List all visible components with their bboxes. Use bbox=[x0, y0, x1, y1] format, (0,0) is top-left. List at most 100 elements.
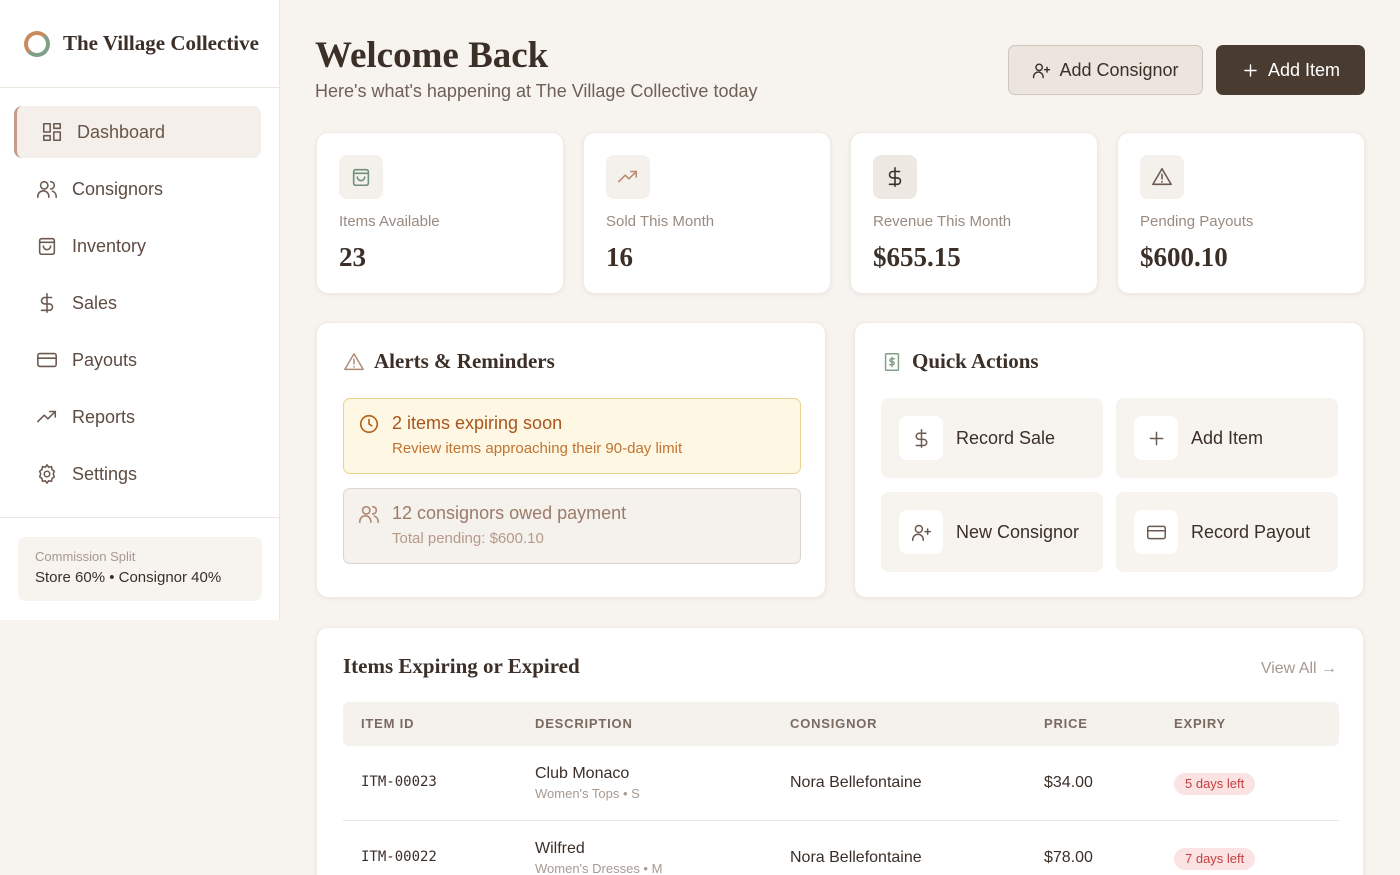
credit-card-icon bbox=[37, 352, 57, 368]
commission-value: Store 60% • Consignor 40% bbox=[35, 569, 222, 586]
expiring-items-card: Items Expiring or Expired View All → ITE… bbox=[316, 627, 1364, 875]
page-title: Welcome Back bbox=[315, 35, 549, 76]
stat-label: Revenue This Month bbox=[873, 213, 1012, 230]
alert-expiring[interactable]: 2 items expiring soon Review items appro… bbox=[343, 398, 801, 474]
quick-actions-card: Quick Actions Record Sale Add Item New C… bbox=[854, 322, 1364, 598]
shopping-bag-icon bbox=[339, 155, 383, 199]
quick-actions-title-text: Quick Actions bbox=[912, 349, 1039, 373]
stat-card-sold-this-month: Sold This Month 16 bbox=[583, 132, 831, 294]
table-header: ITEM ID DESCRIPTION CONSIGNOR PRICE EXPI… bbox=[343, 702, 1339, 746]
expiry-badge: 7 days left bbox=[1174, 848, 1256, 870]
quick-add-item-button[interactable]: Add Item bbox=[1116, 398, 1338, 478]
table-row[interactable]: ITM-00022 Wilfred Women's Dresses • M No… bbox=[343, 821, 1339, 875]
stat-card-items-available: Items Available 23 bbox=[316, 132, 564, 294]
stat-value: 16 bbox=[606, 242, 633, 272]
item-detail: Women's Dresses • M bbox=[535, 861, 663, 875]
sidebar-item-label: Reports bbox=[72, 406, 136, 427]
stat-label: Sold This Month bbox=[606, 213, 715, 230]
stat-card-pending-payouts: Pending Payouts $600.10 bbox=[1117, 132, 1365, 294]
dollar-icon bbox=[40, 293, 54, 313]
item-price: $34.00 bbox=[1044, 774, 1093, 791]
sidebar-item-inventory[interactable]: Inventory bbox=[14, 220, 261, 272]
plus-icon bbox=[1244, 63, 1257, 77]
shopping-bag-icon bbox=[38, 237, 56, 256]
users-icon bbox=[359, 505, 379, 524]
page-subtitle: Here's what's happening at The Village C… bbox=[315, 81, 758, 101]
stat-label: Items Available bbox=[339, 213, 440, 230]
sidebar-item-dashboard[interactable]: Dashboard bbox=[14, 106, 261, 158]
dashboard-icon bbox=[42, 122, 62, 142]
quick-action-label: Record Sale bbox=[956, 427, 1056, 448]
sidebar-item-label: Consignors bbox=[72, 178, 164, 199]
expiry-badge: 5 days left bbox=[1174, 773, 1256, 795]
alert-sub: Review items approaching their 90-day li… bbox=[392, 440, 683, 457]
column-header[interactable]: PRICE bbox=[1044, 716, 1088, 731]
expiring-title: Items Expiring or Expired bbox=[343, 654, 580, 678]
dollar-icon bbox=[899, 416, 943, 460]
item-name: Wilfred bbox=[535, 840, 585, 857]
quick-action-label: Add Item bbox=[1191, 427, 1264, 448]
sidebar-item-label: Sales bbox=[72, 292, 118, 313]
users-icon bbox=[37, 180, 57, 199]
brand-name: The Village Collective bbox=[63, 31, 259, 55]
sidebar-item-label: Settings bbox=[72, 463, 138, 484]
trending-up-icon bbox=[37, 410, 57, 423]
sidebar-item-label: Dashboard bbox=[77, 121, 166, 142]
trending-up-icon bbox=[606, 155, 650, 199]
stat-label: Pending Payouts bbox=[1140, 213, 1254, 230]
record-payout-button[interactable]: Record Payout bbox=[1116, 492, 1338, 572]
gear-icon bbox=[38, 464, 56, 484]
alerts-card: Alerts & Reminders 2 items expiring soon… bbox=[316, 322, 826, 598]
credit-card-icon bbox=[1134, 510, 1178, 554]
brand[interactable]: The Village Collective bbox=[0, 0, 279, 88]
alert-triangle-icon bbox=[344, 352, 364, 370]
record-sale-button[interactable]: Record Sale bbox=[881, 398, 1103, 478]
sidebar-item-sales[interactable]: Sales bbox=[14, 277, 261, 329]
consignor-name: Nora Bellefontaine bbox=[790, 774, 922, 791]
dollar-icon bbox=[873, 155, 917, 199]
alerts-title: Alerts & Reminders bbox=[343, 349, 799, 374]
new-consignor-button[interactable]: New Consignor bbox=[881, 492, 1103, 572]
add-item-button[interactable]: Add Item bbox=[1216, 45, 1365, 95]
quick-action-label: Record Payout bbox=[1191, 521, 1311, 542]
alert-title: 12 consignors owed payment bbox=[392, 503, 627, 523]
stat-card-revenue-this-month: Revenue This Month $655.15 bbox=[850, 132, 1098, 294]
commission-split: Commission Split Store 60% • Consignor 4… bbox=[18, 537, 262, 601]
plus-icon bbox=[1134, 416, 1178, 460]
logo-icon bbox=[24, 30, 50, 57]
sidebar-item-settings[interactable]: Settings bbox=[14, 448, 261, 500]
column-header[interactable]: CONSIGNOR bbox=[790, 716, 877, 731]
column-header[interactable]: DESCRIPTION bbox=[535, 716, 633, 731]
stat-value: 23 bbox=[339, 242, 366, 272]
consignor-name: Nora Bellefontaine bbox=[790, 849, 922, 866]
view-all-link[interactable]: View All → bbox=[1261, 660, 1337, 678]
add-consignor-label: Add Consignor bbox=[1059, 59, 1179, 80]
add-item-label: Add Item bbox=[1267, 59, 1341, 80]
add-consignor-button[interactable]: Add Consignor bbox=[1008, 45, 1203, 95]
column-header[interactable]: ITEM ID bbox=[361, 716, 414, 731]
alert-payment-owed[interactable]: 12 consignors owed payment Total pending… bbox=[343, 488, 801, 564]
alerts-title-text: Alerts & Reminders bbox=[374, 349, 555, 373]
sidebar-item-label: Inventory bbox=[72, 235, 147, 256]
table-row[interactable]: ITM-00023 Club Monaco Women's Tops • S N… bbox=[343, 746, 1339, 821]
alert-triangle-icon bbox=[1140, 155, 1184, 199]
commission-label: Commission Split bbox=[35, 549, 136, 564]
clock-icon bbox=[359, 414, 379, 434]
stat-value: $655.15 bbox=[873, 242, 961, 272]
stat-value: $600.10 bbox=[1140, 242, 1228, 272]
sidebar-item-label: Payouts bbox=[72, 349, 138, 370]
column-header[interactable]: EXPIRY bbox=[1174, 716, 1226, 731]
item-id: ITM-00023 bbox=[361, 774, 437, 790]
alert-sub: Total pending: $600.10 bbox=[392, 530, 544, 547]
sidebar-item-payouts[interactable]: Payouts bbox=[14, 334, 261, 386]
receipt-icon bbox=[884, 352, 900, 371]
item-name: Club Monaco bbox=[535, 765, 630, 782]
user-plus-icon bbox=[899, 510, 943, 554]
sidebar-item-reports[interactable]: Reports bbox=[14, 391, 261, 443]
item-price: $78.00 bbox=[1044, 849, 1093, 866]
sidebar-item-consignors[interactable]: Consignors bbox=[14, 163, 261, 215]
quick-actions-title: Quick Actions bbox=[881, 349, 1337, 374]
item-detail: Women's Tops • S bbox=[535, 786, 640, 801]
user-plus-icon bbox=[1033, 62, 1051, 78]
item-id: ITM-00022 bbox=[361, 849, 437, 865]
